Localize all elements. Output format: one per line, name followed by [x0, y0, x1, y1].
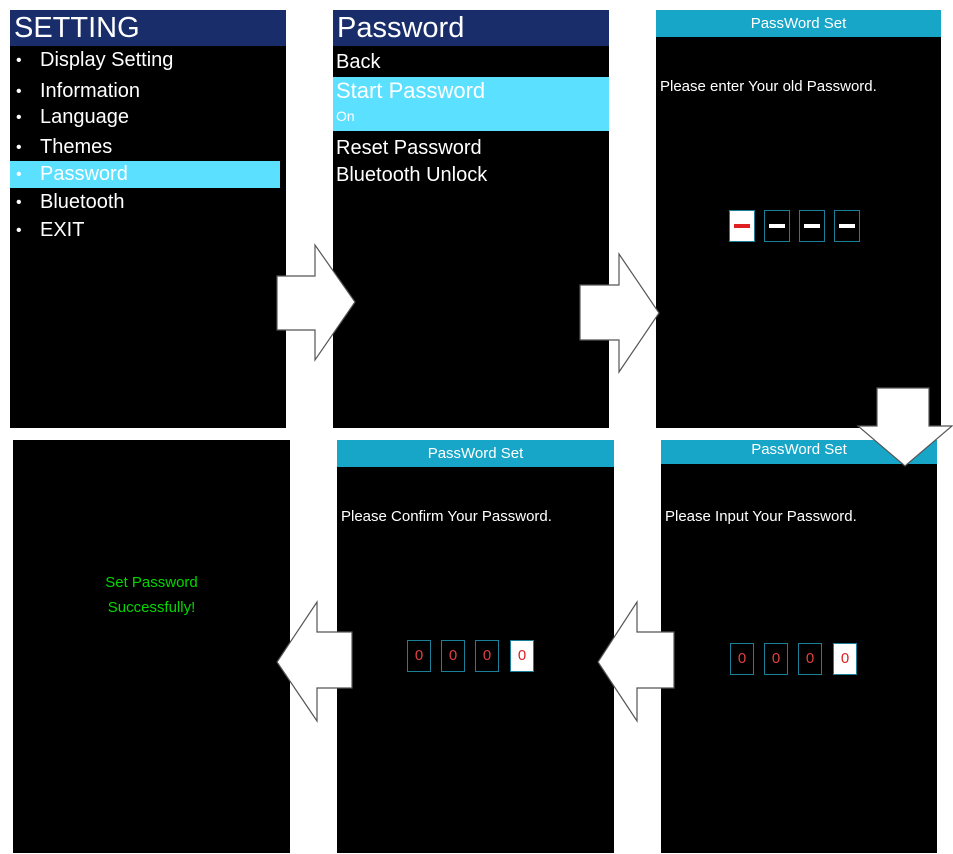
arrow-left-icon-2 — [597, 599, 675, 723]
